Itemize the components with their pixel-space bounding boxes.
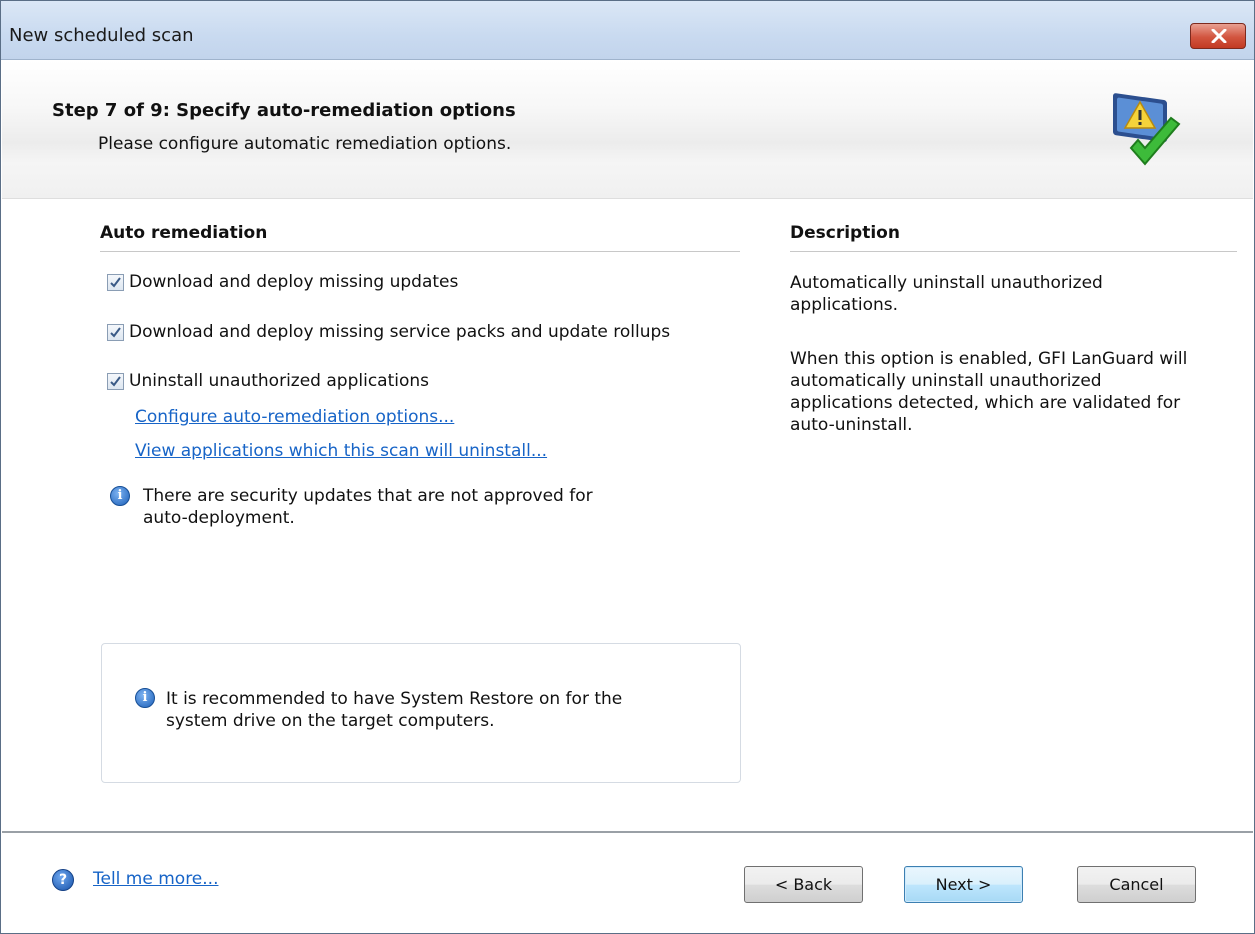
restore-note-line-2: system drive on the target computers. (166, 711, 495, 731)
checkbox-deploy-updates-row[interactable]: Download and deploy missing updates (107, 272, 458, 292)
checkbox-deploy-updates[interactable] (107, 273, 124, 291)
checkbox-uninstall-apps[interactable] (107, 372, 124, 390)
checkmark-icon (110, 326, 121, 338)
checkmark-icon (110, 375, 121, 387)
window-title: New scheduled scan (9, 25, 194, 46)
wizard-content: Auto remediation Download and deploy mis… (2, 199, 1253, 831)
checkbox-deploy-service-packs-row[interactable]: Download and deploy missing service pack… (107, 322, 670, 342)
system-restore-notice-box: i It is recommended to have System Resto… (101, 643, 741, 783)
description-details: When this option is enabled, GFI LanGuar… (790, 348, 1187, 436)
next-button[interactable]: Next > (904, 866, 1023, 903)
restore-note-line-1: It is recommended to have System Restore… (166, 689, 623, 709)
checkbox-uninstall-apps-row[interactable]: Uninstall unauthorized applications (107, 371, 429, 391)
configure-auto-remediation-link[interactable]: Configure auto-remediation options... (135, 407, 454, 427)
close-icon (1211, 29, 1227, 43)
checkmark-icon (110, 276, 121, 288)
wizard-header: Step 7 of 9: Specify auto-remediation op… (2, 60, 1253, 199)
tell-me-more-link[interactable]: Tell me more... (93, 869, 218, 889)
step-subtitle: Please configure automatic remediation o… (98, 134, 512, 154)
description-line: When this option is enabled, GFI LanGuar… (790, 349, 1188, 369)
description-line: applications. (790, 295, 899, 315)
description-line: Automatically uninstall unauthorized (790, 273, 1103, 293)
description-line: applications detected, which are validat… (790, 393, 1181, 413)
checkbox-deploy-service-packs[interactable] (107, 323, 124, 341)
auto-remediation-heading: Auto remediation (100, 223, 268, 243)
description-line: automatically uninstall unauthorized (790, 371, 1102, 391)
auto-remediation-divider (100, 251, 740, 252)
notice-line-1: There are security updates that are not … (143, 486, 593, 506)
description-heading: Description (790, 223, 900, 243)
info-icon: i (135, 688, 155, 708)
wizard-footer: ? Tell me more... < Back Next > Cancel (2, 831, 1253, 933)
view-uninstall-apps-link[interactable]: View applications which this scan will u… (135, 441, 547, 461)
warning-monitor-check-icon (1113, 93, 1181, 166)
system-restore-note: It is recommended to have System Restore… (166, 688, 622, 732)
title-bar[interactable]: New scheduled scan (1, 1, 1254, 60)
help-icon[interactable]: ? (52, 869, 74, 891)
close-button[interactable] (1190, 23, 1246, 49)
description-line: auto-uninstall. (790, 415, 913, 435)
unapproved-updates-notice: There are security updates that are not … (143, 485, 593, 529)
dialog-window: New scheduled scan Step 7 of 9: Specify … (0, 0, 1255, 934)
info-icon: i (110, 486, 130, 506)
cancel-button[interactable]: Cancel (1077, 866, 1196, 903)
checkbox-uninstall-apps-label: Uninstall unauthorized applications (129, 371, 430, 391)
notice-line-2: auto-deployment. (143, 508, 295, 528)
checkbox-deploy-service-packs-label: Download and deploy missing service pack… (129, 322, 671, 342)
description-divider (790, 251, 1237, 252)
step-title: Step 7 of 9: Specify auto-remediation op… (52, 100, 516, 121)
back-button[interactable]: < Back (744, 866, 863, 903)
checkbox-deploy-updates-label: Download and deploy missing updates (129, 272, 459, 292)
description-summary: Automatically uninstall unauthorized app… (790, 272, 1103, 316)
